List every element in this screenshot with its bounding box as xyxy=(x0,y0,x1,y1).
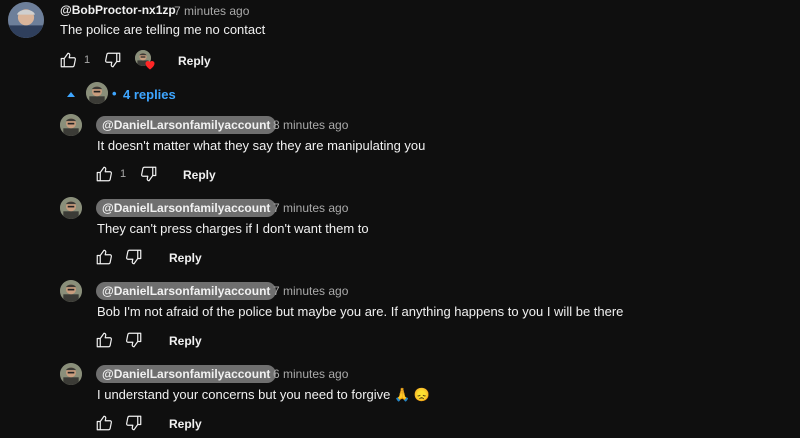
bullet-dot: • xyxy=(112,86,117,101)
thumbs-up-icon[interactable] xyxy=(95,414,113,432)
main-comment-text: The police are telling me no contact xyxy=(60,22,266,37)
reply-author-chip[interactable]: @DanielLarsonfamilyaccount xyxy=(96,116,277,134)
main-comment-time[interactable]: 7 minutes ago xyxy=(174,4,249,18)
thumbs-up-icon[interactable] xyxy=(95,248,113,266)
reply-text: I understand your concerns but you need … xyxy=(97,387,431,402)
replier-avatar xyxy=(86,82,108,104)
reply-time[interactable]: 7 minutes ago xyxy=(273,284,348,298)
reply-author-chip[interactable]: @DanielLarsonfamilyaccount xyxy=(96,365,277,383)
reply-avatar[interactable] xyxy=(60,197,82,219)
thumbs-down-icon[interactable] xyxy=(140,165,158,183)
thumbs-up-icon[interactable] xyxy=(59,51,77,69)
reply-avatar[interactable] xyxy=(60,114,82,136)
reply-avatar[interactable] xyxy=(60,280,82,302)
reply-item: @DanielLarsonfamilyaccount 8 minutes ago… xyxy=(0,110,800,190)
main-comment-author[interactable]: @BobProctor-nx1zp xyxy=(60,3,176,17)
reply-item: @DanielLarsonfamilyaccount 7 minutes ago… xyxy=(0,276,800,356)
reply-item: @DanielLarsonfamilyaccount 7 minutes ago… xyxy=(0,193,800,273)
reply-text: Bob I'm not afraid of the police but may… xyxy=(97,304,624,319)
main-reply-button[interactable]: Reply xyxy=(178,54,211,68)
thumbs-up-icon[interactable] xyxy=(95,331,113,349)
thumbs-down-icon[interactable] xyxy=(125,414,143,432)
reply-like-count: 1 xyxy=(120,168,127,180)
reply-item: @DanielLarsonfamilyaccount 6 minutes ago… xyxy=(0,359,800,438)
reply-author-chip[interactable]: @DanielLarsonfamilyaccount xyxy=(96,199,277,217)
caret-up-icon xyxy=(67,92,75,97)
reply-button[interactable]: Reply xyxy=(183,168,216,182)
main-comment-avatar[interactable] xyxy=(8,2,44,38)
replies-count-label: 4 replies xyxy=(123,87,176,102)
reply-text: It doesn't matter what they say they are… xyxy=(97,138,426,153)
reply-time[interactable]: 7 minutes ago xyxy=(273,201,348,215)
reply-author-chip[interactable]: @DanielLarsonfamilyaccount xyxy=(96,282,277,300)
reply-button[interactable]: Reply xyxy=(169,334,202,348)
thumbs-up-icon[interactable] xyxy=(95,165,113,183)
thumbs-down-icon[interactable] xyxy=(125,248,143,266)
reply-button[interactable]: Reply xyxy=(169,251,202,265)
main-like-count: 1 xyxy=(84,54,91,66)
thumbs-down-icon[interactable] xyxy=(104,51,122,69)
reply-time[interactable]: 6 minutes ago xyxy=(273,367,348,381)
reply-button[interactable]: Reply xyxy=(169,417,202,431)
replies-toggle[interactable]: • 4 replies xyxy=(64,82,184,106)
reply-text: They can't press charges if I don't want… xyxy=(97,221,369,236)
reply-avatar[interactable] xyxy=(60,363,82,385)
reply-time[interactable]: 8 minutes ago xyxy=(273,118,348,132)
creator-heart-icon xyxy=(135,50,159,72)
thumbs-down-icon[interactable] xyxy=(125,331,143,349)
